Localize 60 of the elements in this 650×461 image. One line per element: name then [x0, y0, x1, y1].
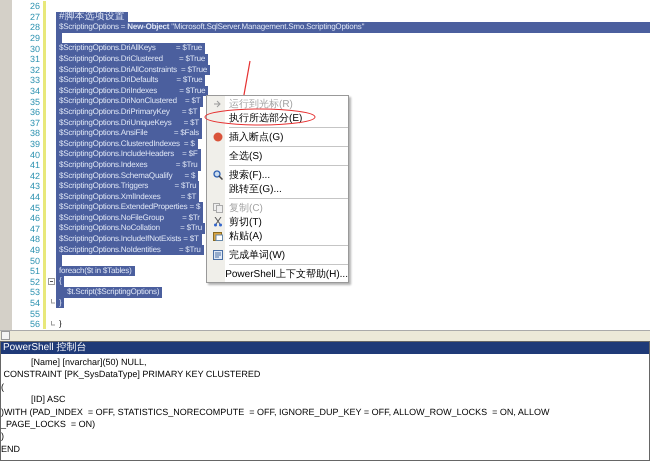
- clipboard-icon: [213, 231, 223, 241]
- line-number: 37: [28, 118, 40, 128]
- line-number: 50: [28, 256, 40, 266]
- menu-item[interactable]: 插入断点(G): [207, 130, 348, 144]
- copy-icon: [213, 203, 223, 213]
- code-line: }: [58, 318, 62, 330]
- console-line: [Name] [nvarchar](50) NULL,: [30, 356, 148, 368]
- line-number: 42: [28, 170, 40, 181]
- line-number: 30: [28, 44, 40, 54]
- console-line: END: [1, 442, 22, 456]
- console-line: (: [1, 380, 5, 394]
- line-number: 43: [28, 181, 40, 192]
- line-number: 46: [28, 213, 40, 224]
- console-title-bar: PowerShell 控制台: [1, 342, 649, 354]
- arrow-icon: [213, 99, 223, 109]
- console-line: _PAGE_LOCKS = ON): [1, 418, 96, 430]
- breakpoint-icon: [213, 132, 223, 142]
- line-number: 54: [28, 298, 40, 308]
- line-number: 44: [28, 192, 40, 202]
- line-number: 49: [28, 244, 40, 255]
- console-line: )WITH (PAD_INDEX = OFF, STATISTICS_NORECOMPUTE = OFF, IGNORE_DUP_KEY = OFF, ALLOW_ROW_LOCKS = ON, ALLOW: [1, 406, 550, 418]
- line-number: 40: [28, 150, 40, 160]
- line-number: 34: [28, 86, 40, 96]
- line-number: 28: [28, 22, 40, 32]
- line-number: 38: [28, 128, 40, 138]
- line-number: 55: [28, 308, 40, 319]
- horizontal-scrollbar[interactable]: [0, 330, 650, 341]
- line-number: 27: [28, 12, 40, 22]
- scissors-icon: [213, 217, 223, 227]
- line-number: 47: [28, 224, 40, 234]
- line-number: 56: [28, 319, 40, 330]
- line-number: 45: [28, 202, 40, 213]
- menu-item[interactable]: 执行所选部分(E): [207, 111, 348, 125]
- menu-item[interactable]: 剪切(T): [207, 215, 348, 229]
- line-number: 32: [28, 64, 40, 75]
- line-number: 53: [28, 287, 40, 298]
- line-number: 29: [28, 33, 40, 44]
- menu-item[interactable]: PowerShell上下文帮助(H)...: [207, 267, 348, 281]
- document-icon: [213, 250, 223, 260]
- line-number: 26: [28, 1, 40, 12]
- menu-item[interactable]: 全选(S): [207, 149, 348, 163]
- line-number: 52: [28, 276, 40, 287]
- line-number: 33: [28, 75, 40, 86]
- line-number: 39: [28, 139, 40, 150]
- menu-item[interactable]: 跳转至(G)...: [207, 182, 348, 196]
- line-number: 51: [28, 266, 40, 276]
- line-number: 48: [28, 234, 40, 244]
- scroll-left-icon[interactable]: [1, 331, 10, 340]
- menu-item[interactable]: 完成单词(W): [207, 248, 348, 262]
- console-line: [ID] ASC: [30, 393, 67, 406]
- console-line: ): [1, 430, 5, 443]
- collapse-icon[interactable]: [48, 278, 54, 286]
- menu-item[interactable]: 粘贴(A): [207, 229, 348, 243]
- line-number: 35: [28, 96, 40, 107]
- menu-item[interactable]: 搜索(F)...: [207, 168, 348, 182]
- console-line: CONSTRAINT [PK_SysDataType] PRIMARY KEY CLUSTERED: [2, 368, 262, 381]
- line-number: 31: [28, 54, 40, 64]
- line-number: 36: [28, 107, 40, 118]
- line-number: 41: [28, 160, 40, 170]
- search-icon: [213, 170, 223, 180]
